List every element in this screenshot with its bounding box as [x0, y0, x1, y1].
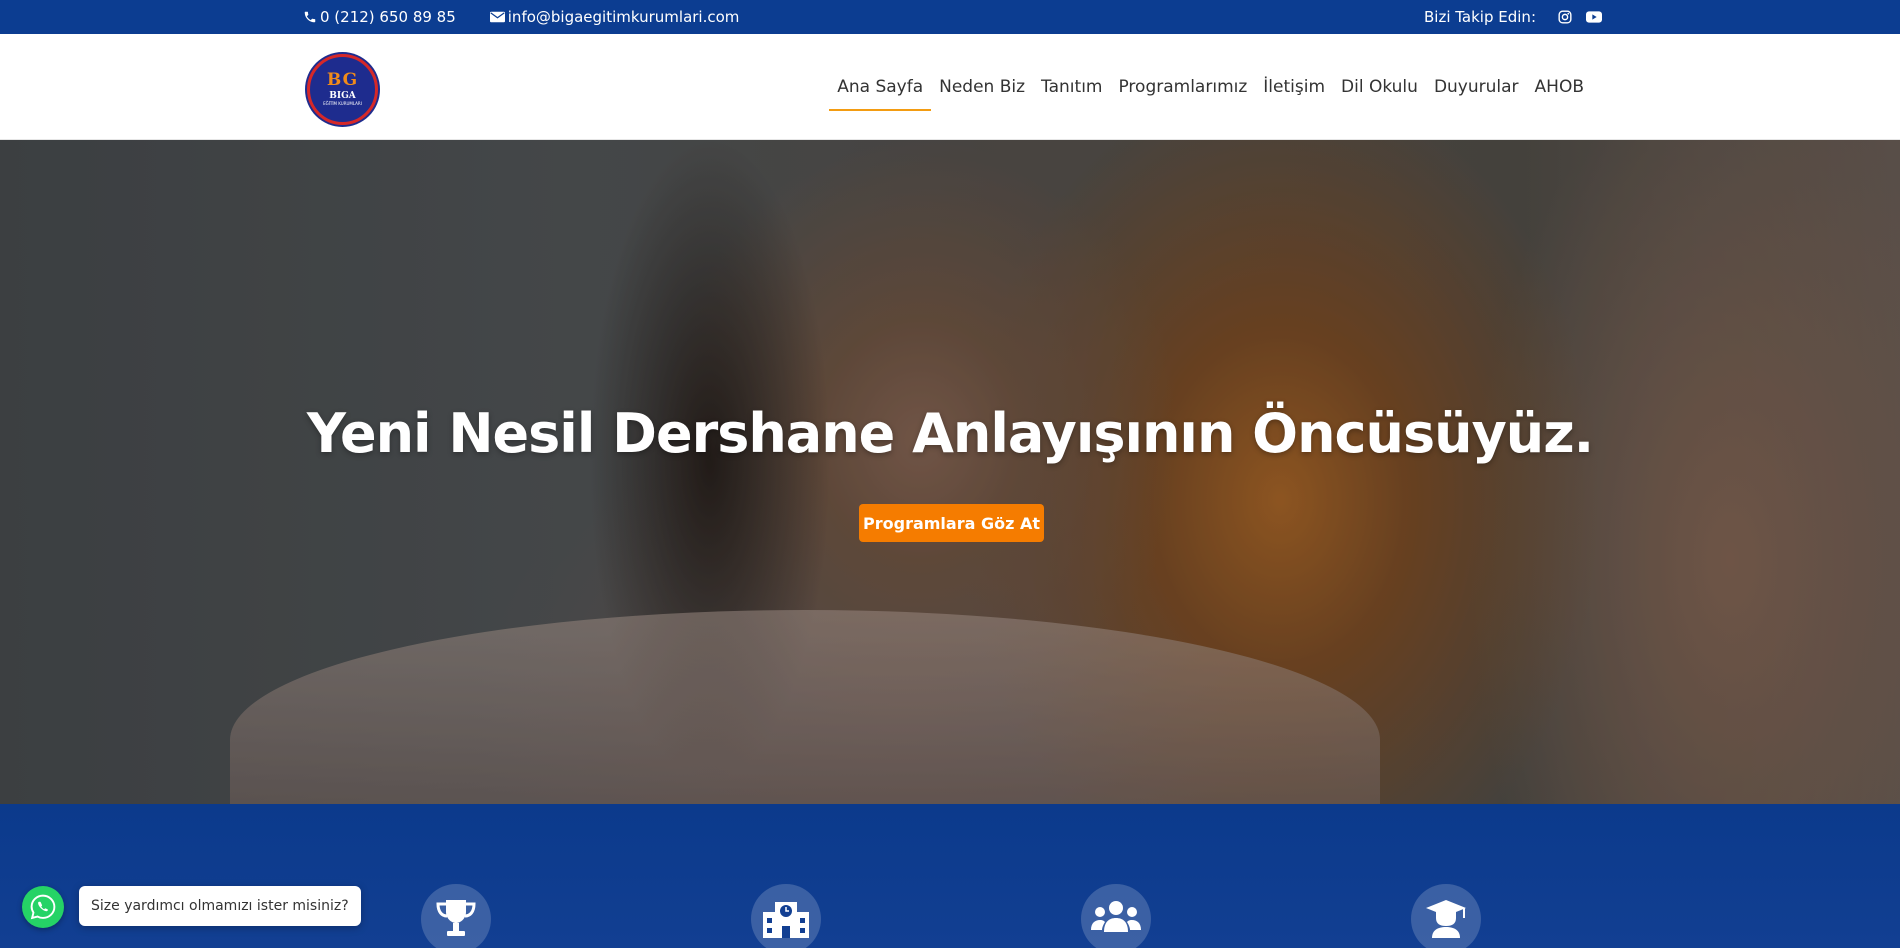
feature-school — [751, 884, 821, 948]
top-bar: 0 (212) 650 89 85 info@bigaegitimkurumla… — [0, 0, 1900, 34]
hero-cta-button[interactable]: Programlara Göz At — [859, 504, 1044, 542]
email-address: info@bigaegitimkurumlari.com — [507, 8, 740, 26]
social-links: Bizi Takip Edin: — [1424, 0, 1602, 34]
instagram-icon[interactable] — [1558, 10, 1572, 24]
youtube-icon[interactable] — [1586, 11, 1602, 23]
nav-item-duyurular[interactable]: Duyurular — [1426, 34, 1527, 140]
whatsapp-message-bubble[interactable]: Size yardımcı olmamızı ister misiniz? — [79, 886, 361, 926]
phone-number: 0 (212) 650 89 85 — [320, 8, 456, 26]
feature-community — [1081, 884, 1151, 948]
feature-trophy — [421, 884, 491, 948]
phone-link[interactable]: 0 (212) 650 89 85 — [303, 8, 456, 26]
hero-banner: Yeni Nesil Dershane Anlayışının Öncüsüyü… — [0, 140, 1900, 804]
features-section — [0, 804, 1900, 948]
feature-graduate — [1411, 884, 1481, 948]
users-group-icon — [1090, 898, 1142, 938]
hero-overlay — [0, 140, 1900, 804]
main-nav: Ana Sayfa Neden Biz Tanıtım Programlarım… — [829, 34, 1592, 140]
school-building-icon — [761, 898, 811, 938]
graduate-icon — [1424, 898, 1468, 938]
envelope-icon — [489, 11, 505, 23]
logo-subtitle: EĞİTİM KURUMLARI — [323, 101, 362, 106]
whatsapp-button[interactable] — [22, 886, 64, 928]
follow-label: Bizi Takip Edin: — [1423, 8, 1536, 26]
logo-name: BIGA — [329, 91, 356, 101]
nav-item-programlarimiz[interactable]: Programlarımız — [1110, 34, 1255, 140]
site-logo[interactable]: BG BIGA EĞİTİM KURUMLARI — [307, 54, 378, 125]
phone-icon — [303, 10, 317, 24]
nav-item-neden-biz[interactable]: Neden Biz — [931, 34, 1033, 140]
nav-item-dil-okulu[interactable]: Dil Okulu — [1333, 34, 1426, 140]
nav-item-tanitim[interactable]: Tanıtım — [1033, 34, 1110, 140]
email-link[interactable]: info@bigaegitimkurumlari.com — [489, 8, 740, 26]
contact-info: 0 (212) 650 89 85 info@bigaegitimkurumla… — [303, 0, 739, 34]
whatsapp-icon — [29, 893, 57, 921]
nav-item-iletisim[interactable]: İletişim — [1255, 34, 1333, 140]
nav-item-ahob[interactable]: AHOB — [1527, 34, 1592, 140]
hero-headline: Yeni Nesil Dershane Anlayışının Öncüsüyü… — [306, 402, 1594, 465]
site-header: BG BIGA EĞİTİM KURUMLARI Ana Sayfa Neden… — [0, 34, 1900, 140]
trophy-icon — [434, 898, 478, 938]
nav-item-ana-sayfa[interactable]: Ana Sayfa — [829, 34, 932, 140]
logo-monogram: BG — [326, 70, 359, 90]
